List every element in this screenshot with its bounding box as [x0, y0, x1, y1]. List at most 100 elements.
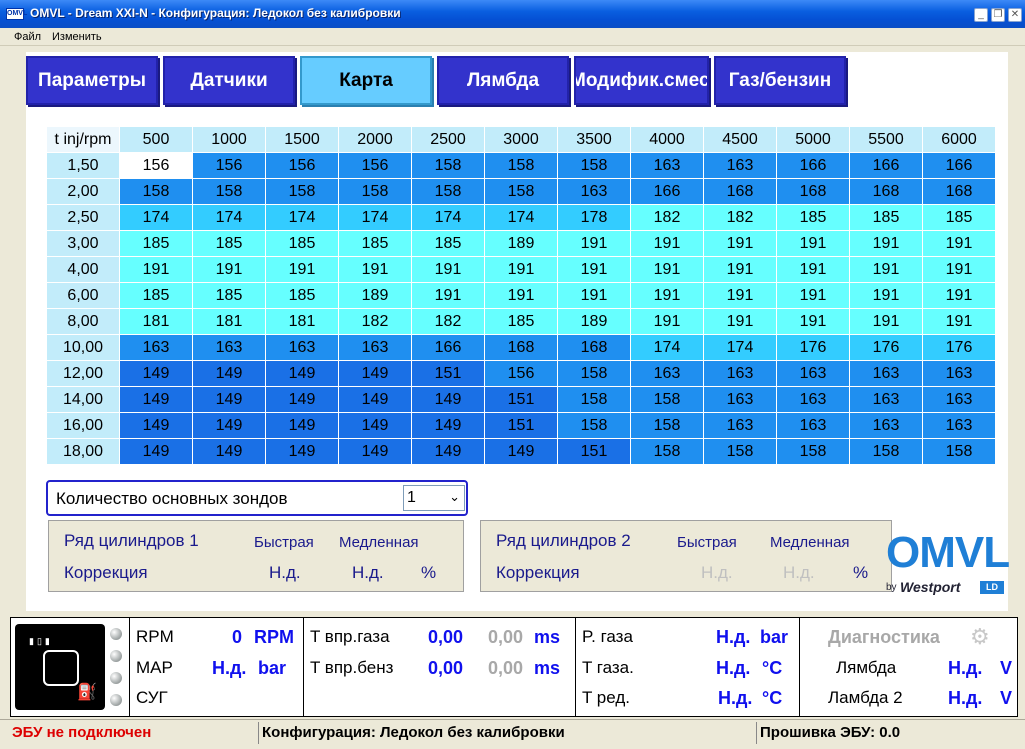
map-cell[interactable]: 189 — [338, 282, 412, 309]
map-cell[interactable]: 158 — [192, 178, 266, 205]
map-cell[interactable]: 151 — [484, 386, 558, 413]
map-cell[interactable]: 191 — [265, 256, 339, 283]
map-cell[interactable]: 191 — [849, 230, 923, 257]
map-cell[interactable]: 176 — [776, 334, 850, 361]
map-cell[interactable]: 166 — [776, 152, 850, 179]
map-cell[interactable]: 174 — [119, 204, 193, 231]
map-cell[interactable]: 149 — [265, 438, 339, 465]
map-cell[interactable]: 181 — [192, 308, 266, 335]
map-cell[interactable]: 158 — [338, 178, 412, 205]
restore-icon[interactable]: ❐ — [991, 8, 1005, 22]
map-cell[interactable]: 191 — [849, 256, 923, 283]
map-cell[interactable]: 174 — [192, 204, 266, 231]
map-cell[interactable]: 163 — [557, 178, 631, 205]
map-cell[interactable]: 182 — [703, 204, 777, 231]
map-cell[interactable]: 166 — [849, 152, 923, 179]
menu-edit[interactable]: Изменить — [52, 31, 102, 43]
probe-count-select[interactable]: 1 ⌄ — [403, 485, 465, 511]
map-cell[interactable]: 156 — [265, 152, 339, 179]
map-cell[interactable]: 178 — [557, 204, 631, 231]
map-cell[interactable]: 174 — [703, 334, 777, 361]
map-cell[interactable]: 149 — [192, 412, 266, 439]
map-cell[interactable]: 182 — [338, 308, 412, 335]
map-cell[interactable]: 163 — [703, 386, 777, 413]
map-cell[interactable]: 158 — [849, 438, 923, 465]
map-cell[interactable]: 191 — [776, 308, 850, 335]
map-cell[interactable]: 163 — [192, 334, 266, 361]
map-cell[interactable]: 166 — [411, 334, 485, 361]
map-cell[interactable]: 191 — [630, 256, 704, 283]
map-cell[interactable]: 149 — [411, 412, 485, 439]
map-cell[interactable]: 168 — [922, 178, 996, 205]
map-cell[interactable]: 166 — [630, 178, 704, 205]
map-cell[interactable]: 181 — [119, 308, 193, 335]
map-cell[interactable]: 163 — [922, 360, 996, 387]
map-cell[interactable]: 163 — [703, 360, 777, 387]
map-cell[interactable]: 189 — [557, 308, 631, 335]
map-cell[interactable]: 151 — [557, 438, 631, 465]
map-cell[interactable]: 176 — [849, 334, 923, 361]
map-cell[interactable]: 163 — [849, 412, 923, 439]
map-cell[interactable]: 189 — [484, 230, 558, 257]
map-cell[interactable]: 158 — [630, 438, 704, 465]
map-cell[interactable]: 182 — [411, 308, 485, 335]
map-cell[interactable]: 185 — [411, 230, 485, 257]
map-cell[interactable]: 163 — [703, 152, 777, 179]
map-cell[interactable]: 191 — [557, 282, 631, 309]
map-cell[interactable]: 158 — [557, 386, 631, 413]
map-cell[interactable]: 191 — [776, 256, 850, 283]
map-cell[interactable]: 191 — [776, 230, 850, 257]
map-cell[interactable]: 149 — [119, 360, 193, 387]
map-cell[interactable]: 191 — [703, 256, 777, 283]
map-cell[interactable]: 191 — [703, 230, 777, 257]
map-cell[interactable]: 156 — [338, 152, 412, 179]
minimize-icon[interactable]: _ — [974, 8, 988, 22]
map-cell[interactable]: 163 — [776, 386, 850, 413]
map-cell[interactable]: 158 — [557, 152, 631, 179]
map-cell[interactable]: 158 — [630, 412, 704, 439]
map-cell[interactable]: 163 — [776, 412, 850, 439]
map-cell[interactable]: 149 — [484, 438, 558, 465]
map-cell[interactable]: 166 — [922, 152, 996, 179]
map-cell[interactable]: 185 — [922, 204, 996, 231]
map-cell[interactable]: 185 — [338, 230, 412, 257]
map-cell[interactable]: 149 — [338, 412, 412, 439]
map-cell[interactable]: 185 — [192, 230, 266, 257]
map-cell[interactable]: 149 — [265, 386, 339, 413]
map-cell[interactable]: 185 — [192, 282, 266, 309]
map-cell[interactable]: 174 — [630, 334, 704, 361]
map-cell[interactable]: 168 — [484, 334, 558, 361]
map-cell[interactable]: 163 — [776, 360, 850, 387]
map-cell[interactable]: 185 — [484, 308, 558, 335]
map-cell[interactable]: 174 — [265, 204, 339, 231]
map-cell[interactable]: 191 — [776, 282, 850, 309]
map-cell[interactable]: 163 — [703, 412, 777, 439]
map-cell[interactable]: 163 — [119, 334, 193, 361]
map-cell[interactable]: 191 — [922, 256, 996, 283]
map-cell[interactable]: 163 — [922, 412, 996, 439]
map-cell[interactable]: 149 — [411, 386, 485, 413]
map-cell[interactable]: 191 — [922, 230, 996, 257]
map-cell[interactable]: 191 — [338, 256, 412, 283]
chevron-down-icon[interactable]: ⌄ — [449, 489, 460, 505]
map-cell[interactable]: 163 — [849, 386, 923, 413]
map-cell[interactable]: 191 — [703, 282, 777, 309]
map-cell[interactable]: 158 — [484, 152, 558, 179]
map-cell[interactable]: 158 — [411, 152, 485, 179]
map-cell[interactable]: 168 — [703, 178, 777, 205]
map-cell[interactable]: 191 — [849, 282, 923, 309]
map-cell[interactable]: 163 — [630, 360, 704, 387]
map-cell[interactable]: 149 — [119, 386, 193, 413]
map-cell[interactable]: 185 — [265, 230, 339, 257]
tab-sensors[interactable]: Датчики — [163, 56, 295, 105]
close-icon[interactable]: ✕ — [1008, 8, 1022, 22]
map-cell[interactable]: 158 — [776, 438, 850, 465]
map-cell[interactable]: 149 — [192, 360, 266, 387]
map-cell[interactable]: 185 — [776, 204, 850, 231]
map-cell[interactable]: 191 — [630, 230, 704, 257]
map-cell[interactable]: 156 — [192, 152, 266, 179]
map-cell[interactable]: 163 — [338, 334, 412, 361]
map-cell[interactable]: 158 — [630, 386, 704, 413]
map-cell[interactable]: 191 — [630, 282, 704, 309]
map-cell[interactable]: 168 — [776, 178, 850, 205]
